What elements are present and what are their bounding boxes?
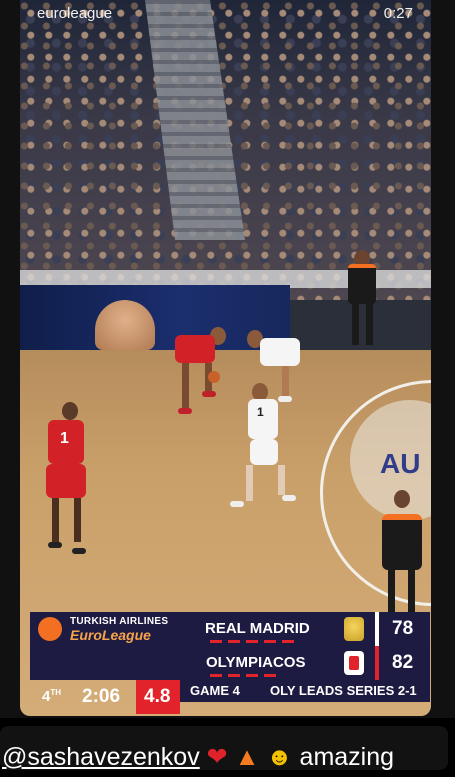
foul-indicator xyxy=(264,674,276,677)
player-white-number-1: 1 xyxy=(230,383,300,513)
home-team-name: REAL MADRID xyxy=(205,620,310,637)
comment-area: @sashavezenkov ❤ ▲ ☻ amazing xyxy=(0,718,455,777)
home-score: 78 xyxy=(392,618,414,639)
red-jersey-number: 1 xyxy=(60,430,69,447)
away-team-name: OLYMPIACOS xyxy=(206,654,306,671)
video-timer: 0:27 xyxy=(383,5,413,22)
foul-indicator xyxy=(246,640,258,643)
court-logo: AU xyxy=(380,448,421,479)
fire-emoji-icon: ▲ xyxy=(234,743,260,771)
series-info-row: GAME 4 OLY LEADS SERIES 2-1 xyxy=(180,680,430,702)
home-color-bar xyxy=(375,612,379,646)
comment-body: amazing xyxy=(299,743,395,771)
story-screen: AU 1 1 euroleague 0:27 TURKISH AIRLINES … xyxy=(0,0,455,777)
comment-text: @sashavezenkov ❤ ▲ ☻ amazing xyxy=(2,742,394,772)
white-jersey-number: 1 xyxy=(257,405,264,419)
foul-indicator xyxy=(282,640,294,643)
scoreboard-overlay: TURKISH AIRLINES EuroLeague REAL MADRID … xyxy=(30,612,430,714)
user-mention[interactable]: @sashavezenkov xyxy=(2,743,200,771)
comment-box[interactable]: @sashavezenkov ❤ ▲ ☻ amazing xyxy=(0,726,448,772)
quarter-indicator: 4TH xyxy=(42,688,62,705)
series-status: OLY LEADS SERIES 2-1 xyxy=(270,683,417,698)
story-header: euroleague 0:27 xyxy=(0,0,455,30)
video-player[interactable]: AU 1 1 xyxy=(20,0,431,716)
foul-indicator xyxy=(264,640,276,643)
away-color-bar xyxy=(375,646,379,680)
away-score: 82 xyxy=(392,652,414,673)
real-madrid-crest-icon xyxy=(344,617,364,641)
foul-indicator xyxy=(228,674,240,677)
foul-indicator xyxy=(210,640,222,643)
foul-indicator xyxy=(246,674,258,677)
scoreboard-home-row: TURKISH AIRLINES EuroLeague REAL MADRID … xyxy=(30,612,430,646)
scoreboard-away-row: 4TH 2:06 4.8 OLYMPIACOS 82 xyxy=(30,646,430,714)
account-name[interactable]: euroleague xyxy=(37,5,112,22)
euroleague-ball-icon xyxy=(38,617,62,641)
heart-emoji-icon: ❤ xyxy=(206,743,228,771)
player-red-number-1: 1 xyxy=(38,402,98,562)
courtside-official xyxy=(344,250,380,350)
player-red-dribbling xyxy=(170,325,230,420)
sponsor-label: TURKISH AIRLINES xyxy=(70,616,169,627)
game-clock: 2:06 xyxy=(82,686,121,707)
referee xyxy=(372,490,431,620)
winking-face-emoji-icon: ☻ xyxy=(266,743,293,771)
game-number: GAME 4 xyxy=(190,683,240,698)
basketball xyxy=(208,371,220,383)
shot-clock: 4.8 xyxy=(136,680,180,714)
league-brand: EuroLeague xyxy=(70,627,151,643)
foul-indicator xyxy=(210,674,222,677)
olympiacos-crest-icon xyxy=(344,651,364,675)
foul-indicator xyxy=(228,640,240,643)
